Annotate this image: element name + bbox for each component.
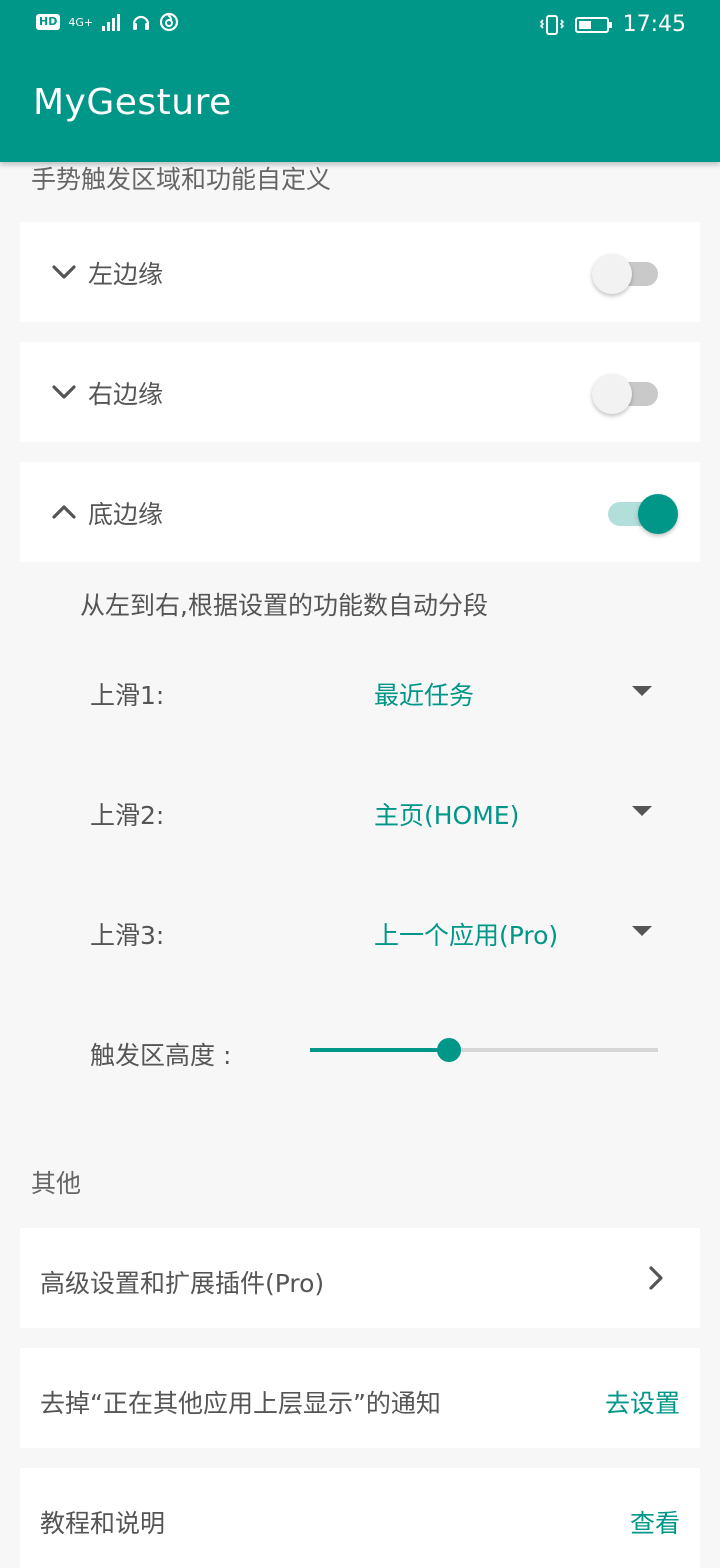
swipe-label-1: 上滑1: xyxy=(90,681,165,710)
signal-icon xyxy=(102,14,121,31)
slider-fill xyxy=(310,1048,449,1052)
dropdown-arrow-icon[interactable] xyxy=(632,926,652,936)
app-title: MyGesture xyxy=(33,82,232,123)
bottom-edge-switch[interactable] xyxy=(608,492,678,534)
status-bar: HD 4G+ 17:45 xyxy=(0,0,720,52)
chevron-up-icon xyxy=(52,505,76,519)
switch-thumb xyxy=(638,494,678,534)
swipe-select-1[interactable]: 最近任务 xyxy=(374,676,474,712)
edge-card-right[interactable]: 右边缘 xyxy=(20,342,700,442)
remove-overlay-notification-item[interactable]: 去掉“正在其他应用上层显示”的通知 去设置 xyxy=(20,1348,700,1448)
app-bar: HD 4G+ 17:45 MyGesture xyxy=(0,0,720,162)
tutorial-label: 教程和说明 xyxy=(40,1509,166,1538)
edge-card-bottom[interactable]: 底边缘 xyxy=(20,462,700,562)
chevron-right-icon xyxy=(649,1266,663,1290)
network-type: 4G+ xyxy=(68,15,94,29)
dropdown-arrow-icon[interactable] xyxy=(632,806,652,816)
edge-label-bottom: 底边缘 xyxy=(88,500,164,529)
section-title-other: 其他 xyxy=(31,1169,82,1198)
go-settings-link[interactable]: 去设置 xyxy=(605,1384,680,1420)
section-title-gesture: 手势触发区域和功能自定义 xyxy=(31,165,332,194)
view-tutorial-link[interactable]: 查看 xyxy=(630,1504,680,1540)
headset-icon xyxy=(132,15,150,30)
edge-card-left[interactable]: 左边缘 xyxy=(20,222,700,322)
battery-icon xyxy=(574,16,612,33)
chevron-down-icon xyxy=(52,265,76,279)
switch-thumb xyxy=(592,254,632,294)
tutorial-item[interactable]: 教程和说明 查看 xyxy=(20,1468,700,1568)
left-edge-switch[interactable] xyxy=(592,252,662,294)
remove-notification-label: 去掉“正在其他应用上层显示”的通知 xyxy=(40,1389,441,1418)
trigger-height-slider[interactable] xyxy=(310,1036,658,1064)
music-app-icon xyxy=(159,12,179,32)
edge-label-right: 右边缘 xyxy=(88,380,164,409)
status-left: HD 4G+ xyxy=(36,12,179,32)
swipe-select-2[interactable]: 主页(HOME) xyxy=(374,796,519,832)
vibrate-icon xyxy=(539,14,564,35)
swipe-label-2: 上滑2: xyxy=(90,801,165,830)
advanced-settings-item[interactable]: 高级设置和扩展插件(Pro) xyxy=(20,1228,700,1328)
status-time: 17:45 xyxy=(622,12,686,37)
status-right: 17:45 xyxy=(539,12,686,37)
chevron-down-icon xyxy=(52,385,76,399)
dropdown-arrow-icon[interactable] xyxy=(632,686,652,696)
slider-knob[interactable] xyxy=(437,1038,461,1062)
switch-thumb xyxy=(592,374,632,414)
swipe-select-3[interactable]: 上一个应用(Pro) xyxy=(374,916,558,952)
edge-label-left: 左边缘 xyxy=(88,260,164,289)
trigger-height-label: 触发区高度 : xyxy=(90,1041,232,1070)
advanced-settings-label: 高级设置和扩展插件(Pro) xyxy=(40,1269,325,1298)
right-edge-switch[interactable] xyxy=(592,372,662,414)
swipe-label-3: 上滑3: xyxy=(90,921,165,950)
hd-badge: HD xyxy=(36,14,61,30)
bottom-edge-description: 从左到右,根据设置的功能数自动分段 xyxy=(80,591,488,620)
